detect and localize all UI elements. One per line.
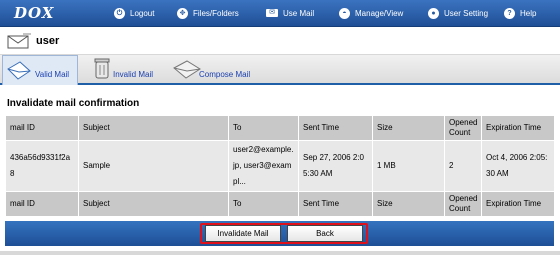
col-header-sent-time: Sent Time	[298, 115, 373, 141]
col-header-opened-count: Opened Count	[444, 115, 482, 141]
tab-compose-mail[interactable]: Compose Mail	[172, 55, 268, 85]
col-footer-size: Size	[372, 191, 445, 217]
logout-icon: ⏻	[114, 7, 125, 19]
nav-manage-view[interactable]: ◓ Manage/View	[339, 5, 403, 21]
col-header-to: To	[228, 115, 299, 141]
table-footer-row: mail ID Subject To Sent Time Size Opened…	[5, 191, 555, 217]
nav-user-setting[interactable]: ● User Setting	[428, 5, 488, 21]
cell-sent-time: Sep 27, 2006 2:05:30 AM	[298, 140, 373, 192]
valid-mail-icon	[7, 61, 31, 80]
col-footer-opened-count: Opened Count	[444, 191, 482, 217]
files-folders-icon: ✥	[177, 7, 188, 19]
tab-valid-mail[interactable]: Valid Mail	[2, 55, 78, 85]
user-setting-icon: ●	[428, 7, 439, 19]
action-bar: Invalidate Mail Back	[5, 221, 554, 246]
user-name: user	[36, 35, 60, 47]
col-header-size: Size	[372, 115, 445, 141]
nav-logout-label: Logout	[130, 8, 155, 18]
cell-size: 1 MB	[372, 140, 445, 192]
trash-icon	[94, 58, 110, 79]
manage-view-icon: ◓	[339, 7, 350, 19]
mail-icon: ✉	[266, 9, 278, 17]
tab-invalid-mail[interactable]: Invalid Mail	[92, 55, 164, 85]
col-footer-subject: Subject	[78, 191, 229, 217]
user-bar	[0, 27, 560, 55]
nav-files-folders-label: Files/Folders	[193, 8, 239, 18]
table-row: 436a56d9331f2a8 Sample user2@example.jp,…	[5, 140, 555, 192]
page-bottom-border	[0, 251, 560, 255]
invalidate-mail-button[interactable]: Invalidate Mail	[205, 225, 281, 242]
compose-mail-icon	[173, 60, 201, 79]
nav-logout[interactable]: ⏻ Logout	[114, 5, 154, 21]
nav-user-setting-label: User Setting	[444, 8, 489, 18]
nav-files-folders[interactable]: ✥ Files/Folders	[177, 5, 239, 21]
page-title: Invalidate mail confirmation	[7, 98, 140, 109]
col-header-mail-id: mail ID	[5, 115, 79, 141]
app-logo: DOX	[14, 4, 55, 22]
col-header-expiration-time: Expiration Time	[481, 115, 555, 141]
col-footer-to: To	[228, 191, 299, 217]
mail-tabs: Valid Mail Invalid Mail Compose Mail	[0, 55, 560, 85]
nav-use-mail[interactable]: ✉ Use Mail	[266, 5, 314, 21]
col-header-subject: Subject	[78, 115, 229, 141]
nav-use-mail-label: Use Mail	[283, 8, 315, 18]
cell-mail-id: 436a56d9331f2a8	[5, 140, 79, 192]
back-button[interactable]: Back	[287, 225, 363, 242]
tab-invalid-mail-label: Invalid Mail	[113, 70, 154, 79]
table-header-row: mail ID Subject To Sent Time Size Opened…	[5, 115, 555, 141]
tab-compose-mail-label: Compose Mail	[199, 70, 251, 79]
col-footer-mail-id: mail ID	[5, 191, 79, 217]
cell-expiration-time: Oct 4, 2006 2:05:30 AM	[481, 140, 555, 192]
col-footer-sent-time: Sent Time	[298, 191, 373, 217]
mail-table: mail ID Subject To Sent Time Size Opened…	[5, 115, 555, 217]
envelope-icon	[7, 33, 31, 49]
nav-help[interactable]: ? Help	[504, 5, 536, 21]
cell-opened-count: 2	[444, 140, 482, 192]
nav-help-label: Help	[520, 8, 537, 18]
col-footer-expiration-time: Expiration Time	[481, 191, 555, 217]
nav-manage-view-label: Manage/View	[355, 8, 404, 18]
tab-valid-mail-label: Valid Mail	[35, 70, 70, 79]
cell-to: user2@example.jp, user3@exampl...	[228, 140, 299, 192]
top-nav-bar: DOX ⏻ Logout ✥ Files/Folders ✉ Use Mail …	[0, 0, 560, 27]
cell-subject: Sample	[78, 140, 229, 192]
help-icon: ?	[504, 7, 515, 19]
